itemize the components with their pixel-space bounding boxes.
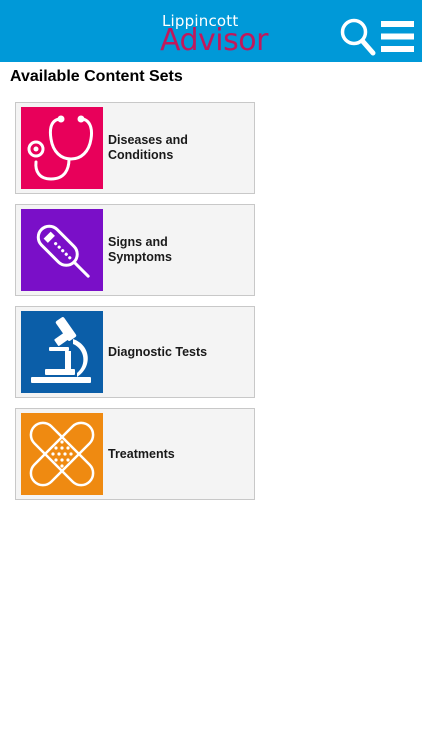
card-label: Signs and Symptoms bbox=[108, 205, 248, 295]
microscope-icon bbox=[21, 311, 103, 393]
content-set-list: Diseases and Conditions Signs and Sympto… bbox=[15, 102, 255, 510]
card-label-line1: Treatments bbox=[108, 446, 175, 461]
card-label: Diseases and Conditions bbox=[108, 103, 248, 193]
card-label-line2: Conditions bbox=[108, 148, 174, 162]
page-title: Available Content Sets bbox=[10, 68, 183, 85]
search-button[interactable] bbox=[340, 18, 376, 56]
content-set-diseases-and-conditions[interactable]: Diseases and Conditions bbox=[15, 102, 255, 194]
card-label-line1: Signs and bbox=[108, 235, 168, 249]
hamburger-menu-icon bbox=[381, 21, 414, 52]
menu-button[interactable] bbox=[381, 21, 414, 53]
thermometer-icon bbox=[21, 209, 103, 291]
search-icon bbox=[340, 18, 376, 56]
card-label-line2: Symptoms bbox=[108, 250, 172, 264]
treatments-tile bbox=[21, 413, 103, 495]
stethoscope-icon bbox=[21, 107, 103, 189]
card-label: Diagnostic Tests bbox=[108, 307, 248, 397]
app-header: Lippincott Advisor bbox=[0, 0, 422, 62]
logo-main-text: Advisor bbox=[160, 23, 268, 58]
content-set-diagnostic-tests[interactable]: Diagnostic Tests bbox=[15, 306, 255, 398]
diseases-tile bbox=[21, 107, 103, 189]
bandage-icon bbox=[21, 413, 103, 495]
card-label-line1: Diagnostic Tests bbox=[108, 344, 208, 359]
content-set-signs-and-symptoms[interactable]: Signs and Symptoms bbox=[15, 204, 255, 296]
card-label-line1: Diseases and bbox=[108, 133, 188, 147]
card-label: Treatments bbox=[108, 409, 248, 499]
signs-tile bbox=[21, 209, 103, 291]
diagnostic-tile bbox=[21, 311, 103, 393]
content-set-treatments[interactable]: Treatments bbox=[15, 408, 255, 500]
